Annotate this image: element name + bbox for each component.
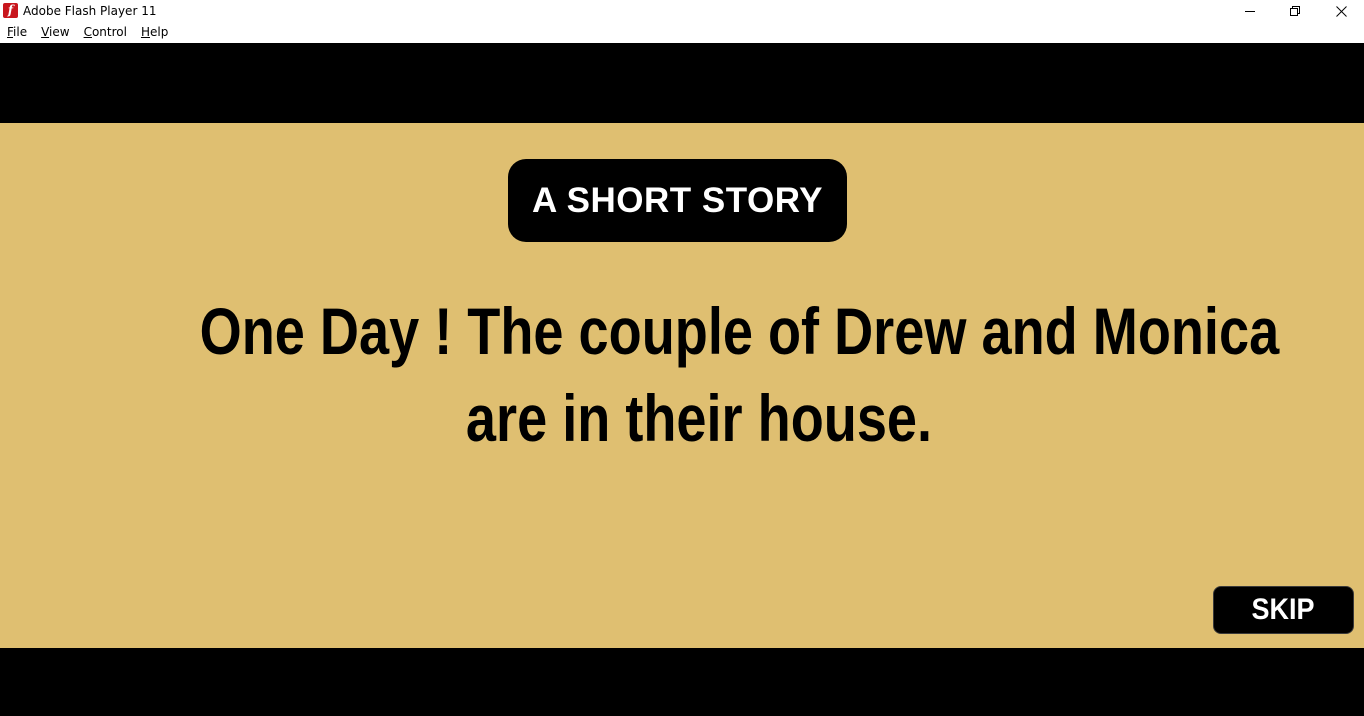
- menu-view[interactable]: View: [34, 22, 76, 43]
- story-caption-line-1: One Day ! The couple of Drew and Monica: [199, 294, 1280, 368]
- menu-view-accelerator: V: [41, 25, 50, 39]
- skip-button[interactable]: SKIP: [1213, 586, 1354, 634]
- menu-file-label: ile: [13, 25, 28, 39]
- menu-help-label: elp: [150, 25, 169, 39]
- story-caption: One Day ! The couple of Drew and Monica …: [199, 288, 1280, 462]
- menu-help-accelerator: H: [140, 25, 150, 39]
- menu-control-label: ontrol: [91, 25, 127, 39]
- close-button[interactable]: [1318, 0, 1364, 22]
- menu-help[interactable]: Help: [134, 22, 175, 43]
- title-bar[interactable]: f Adobe Flash Player 11: [0, 0, 1364, 22]
- menu-view-label: iew: [49, 25, 70, 39]
- close-icon: [1335, 5, 1347, 17]
- story-caption-line-2: are in their house.: [465, 381, 933, 455]
- story-title-badge: A SHORT STORY: [508, 159, 847, 242]
- flash-stage[interactable]: A SHORT STORY One Day ! The couple of Dr…: [0, 43, 1364, 716]
- flash-player-window: f Adobe Flash Player 11 File View Contro…: [0, 0, 1364, 716]
- minimize-button[interactable]: [1227, 0, 1273, 22]
- menu-bar: File View Control Help: [0, 22, 1364, 43]
- restore-button[interactable]: [1272, 0, 1318, 22]
- story-scene: A SHORT STORY One Day ! The couple of Dr…: [0, 123, 1364, 648]
- menu-control-accelerator: C: [83, 25, 92, 39]
- skip-button-label: SKIP: [1251, 593, 1316, 626]
- menu-control[interactable]: Control: [77, 22, 134, 43]
- minimize-icon: [1245, 11, 1255, 12]
- menu-file[interactable]: File: [0, 22, 34, 43]
- window-title: Adobe Flash Player 11: [23, 4, 157, 18]
- flash-player-icon[interactable]: f: [3, 3, 18, 18]
- restore-icon: [1290, 6, 1300, 16]
